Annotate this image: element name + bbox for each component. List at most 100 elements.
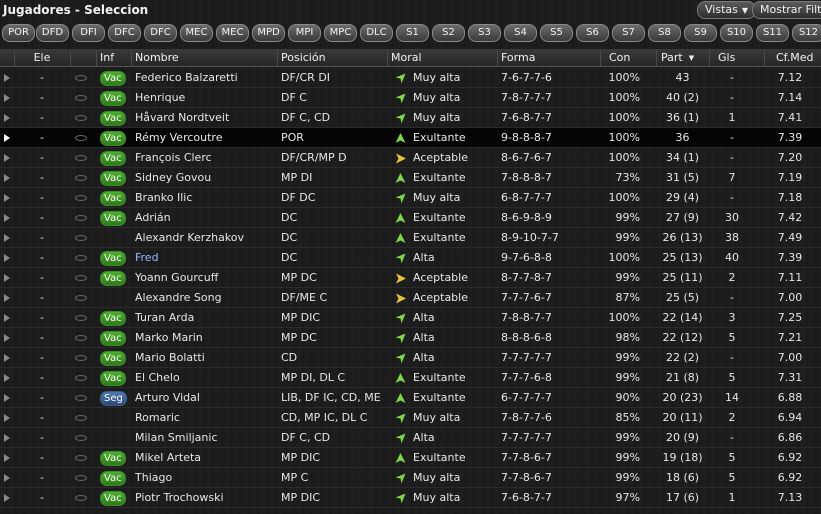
- eye-icon[interactable]: [75, 215, 87, 221]
- player-name-link[interactable]: Thiago: [135, 468, 275, 488]
- player-name-link[interactable]: Sidney Govou: [135, 168, 275, 188]
- filter-button-por[interactable]: POR: [2, 24, 35, 42]
- column-header-gls[interactable]: Gls: [718, 49, 758, 67]
- table-row[interactable]: - Seg Arturo Vidal LIB, DF IC, CD, ME I... E…: [0, 388, 821, 408]
- table-row[interactable]: - Alexandr Kerzhakov DC Exultante 8-9-10-7-7…: [0, 228, 821, 248]
- column-header-cfmed[interactable]: Cf.Med: [776, 49, 821, 67]
- expand-row-icon[interactable]: [4, 394, 10, 402]
- player-name-link[interactable]: Romaric: [135, 408, 275, 428]
- filter-button-dfc[interactable]: DFC: [108, 24, 141, 42]
- eye-icon[interactable]: [75, 435, 87, 441]
- column-header-part-wrap[interactable]: Part ▼: [661, 49, 706, 67]
- expand-row-icon[interactable]: [4, 94, 10, 102]
- expand-row-icon[interactable]: [4, 214, 10, 222]
- player-name-link[interactable]: Fred: [135, 248, 275, 268]
- filter-button-s1[interactable]: S1: [396, 24, 429, 42]
- filter-button-mpc[interactable]: MPC: [324, 24, 357, 42]
- player-name-link[interactable]: Rémy Vercoutre: [135, 128, 275, 148]
- filter-button-dfd[interactable]: DFD: [36, 24, 69, 42]
- filter-button-dfc[interactable]: DFC: [144, 24, 177, 42]
- expand-column-header[interactable]: [0, 49, 14, 67]
- eye-icon[interactable]: [75, 115, 87, 121]
- expand-row-icon[interactable]: [4, 354, 10, 362]
- player-name-link[interactable]: Henrique: [135, 88, 275, 108]
- expand-row-icon[interactable]: [4, 314, 10, 322]
- player-name-link[interactable]: El Chelo: [135, 368, 275, 388]
- expand-row-icon[interactable]: [4, 194, 10, 202]
- filter-button-s3[interactable]: S3: [468, 24, 501, 42]
- expand-row-icon[interactable]: [4, 454, 10, 462]
- table-row[interactable]: - Vac El Chelo MP DI, DL C Exultante 7-7-7-6-…: [0, 368, 821, 388]
- column-header-forma[interactable]: Forma: [501, 49, 596, 67]
- column-header-posicion[interactable]: Posición: [281, 49, 386, 67]
- player-name-link[interactable]: Adrián: [135, 208, 275, 228]
- expand-row-icon[interactable]: [4, 334, 10, 342]
- player-name-link[interactable]: Alexandr Kerzhakov: [135, 228, 275, 248]
- eye-icon[interactable]: [75, 135, 87, 141]
- eye-icon[interactable]: [75, 155, 87, 161]
- player-name-link[interactable]: Turan Arda: [135, 308, 275, 328]
- filter-button-s2[interactable]: S2: [432, 24, 465, 42]
- expand-row-icon[interactable]: [4, 154, 10, 162]
- player-name-link[interactable]: Håvard Nordtveit: [135, 108, 275, 128]
- player-name-link[interactable]: Milan Smiljanic: [135, 428, 275, 448]
- filter-button-s5[interactable]: S5: [540, 24, 573, 42]
- player-name-link[interactable]: Yoann Gourcuff: [135, 268, 275, 288]
- views-dropdown-button[interactable]: Vistas ▼: [697, 1, 757, 19]
- eye-icon[interactable]: [75, 195, 87, 201]
- table-row[interactable]: - Vac Mikel Arteta MP DIC Exultante 7-7-8-6-7…: [0, 448, 821, 468]
- table-row[interactable]: - Vac Turan Arda MP DIC Alta 7-8-8-7-7 100% 22 …: [0, 308, 821, 328]
- column-header-nombre[interactable]: Nombre: [135, 49, 275, 67]
- filter-button-mec[interactable]: MEC: [180, 24, 213, 42]
- eye-icon[interactable]: [75, 335, 87, 341]
- expand-row-icon[interactable]: [4, 374, 10, 382]
- table-row[interactable]: - Vac Håvard Nordtveit DF C, CD Muy alta 7-6-…: [0, 108, 821, 128]
- column-header-moral[interactable]: Moral: [391, 49, 496, 67]
- column-header-ele[interactable]: Ele: [14, 49, 70, 67]
- filter-button-s7[interactable]: S7: [612, 24, 645, 42]
- table-row[interactable]: - Alexandre Song DF/ME C Aceptable 7-7-7-6-7…: [0, 288, 821, 308]
- table-row[interactable]: - Vac Yoann Gourcuff MP DC Aceptable 8-7-7-8-…: [0, 268, 821, 288]
- show-filters-button[interactable]: Mostrar Filtro: [752, 1, 821, 19]
- player-name-link[interactable]: Mikel Arteta: [135, 448, 275, 468]
- player-name-link[interactable]: Piotr Trochowski: [135, 488, 275, 508]
- table-row[interactable]: - Milan Smiljanic DF C, CD Alta 7-7-7-7-7 99%…: [0, 428, 821, 448]
- filter-button-mpd[interactable]: MPD: [252, 24, 285, 42]
- eye-icon[interactable]: [75, 355, 87, 361]
- filter-button-s11[interactable]: S11: [756, 24, 789, 42]
- eye-icon[interactable]: [75, 375, 87, 381]
- eye-icon[interactable]: [75, 75, 87, 81]
- column-header-inf[interactable]: Inf: [100, 49, 130, 67]
- eye-icon[interactable]: [75, 415, 87, 421]
- player-name-link[interactable]: Branko Ilic: [135, 188, 275, 208]
- filter-button-s9[interactable]: S9: [684, 24, 717, 42]
- eye-icon[interactable]: [75, 395, 87, 401]
- table-row[interactable]: - Vac Federico Balzaretti DF/CR DI Muy alta 7…: [0, 68, 821, 88]
- expand-row-icon[interactable]: [4, 474, 10, 482]
- player-name-link[interactable]: François Clerc: [135, 148, 275, 168]
- filter-button-dlc[interactable]: DLC: [360, 24, 393, 42]
- expand-row-icon[interactable]: [4, 294, 10, 302]
- expand-row-icon[interactable]: [4, 434, 10, 442]
- expand-row-icon[interactable]: [4, 414, 10, 422]
- filter-button-mec[interactable]: MEC: [216, 24, 249, 42]
- expand-row-icon[interactable]: [4, 234, 10, 242]
- eye-icon[interactable]: [75, 95, 87, 101]
- table-row[interactable]: - Vac Mario Bolatti CD Alta 7-7-7-7-7 99% 22 (2…: [0, 348, 821, 368]
- expand-row-icon[interactable]: [4, 494, 10, 502]
- column-header-con[interactable]: Con: [609, 49, 649, 67]
- eye-icon[interactable]: [75, 455, 87, 461]
- expand-row-icon[interactable]: [4, 134, 10, 142]
- table-row[interactable]: - Romaric CD, MP IC, DL C Muy alta 7-8-7-7-6…: [0, 408, 821, 428]
- player-name-link[interactable]: Arturo Vidal: [135, 388, 275, 408]
- table-row[interactable]: - Vac Branko Ilic DF DC Muy alta 6-8-7-7-7 100…: [0, 188, 821, 208]
- filter-button-s10[interactable]: S10: [720, 24, 753, 42]
- expand-row-icon[interactable]: [4, 274, 10, 282]
- eye-icon[interactable]: [75, 275, 87, 281]
- expand-row-icon[interactable]: [4, 174, 10, 182]
- eye-icon[interactable]: [75, 255, 87, 261]
- filter-button-s12[interactable]: S12: [792, 24, 821, 42]
- player-name-link[interactable]: Marko Marin: [135, 328, 275, 348]
- expand-row-icon[interactable]: [4, 114, 10, 122]
- eye-icon[interactable]: [75, 295, 87, 301]
